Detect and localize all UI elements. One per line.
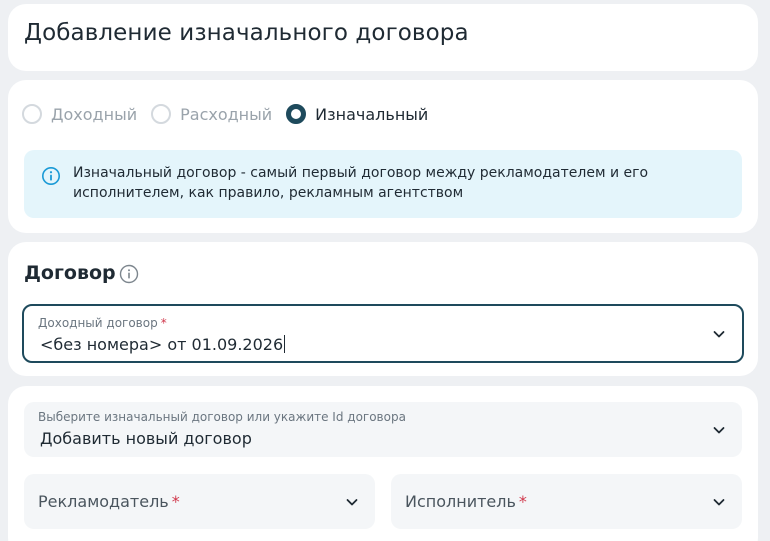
income-contract-label: Доходный договор * (38, 316, 167, 330)
radio-button-expense[interactable] (151, 104, 172, 124)
income-contract-select[interactable]: Доходный договор * <без номера> от 01.09.… (22, 304, 744, 363)
section-title-contract: Договор (24, 262, 116, 284)
chevron-down-icon[interactable] (344, 494, 360, 510)
radio-button-income[interactable] (22, 104, 42, 124)
chevron-down-icon[interactable] (711, 326, 727, 342)
info-banner: Изначальный договор - самый первый догов… (24, 150, 742, 218)
required-mark: * (171, 492, 180, 511)
original-contract-card: Выберите изначальный договор или укажите… (8, 386, 758, 541)
chevron-down-icon[interactable] (711, 494, 727, 510)
info-icon (42, 167, 60, 185)
income-contract-value: <без номера> от 01.09.2026 (40, 335, 286, 354)
contract-type-radio-group: Доходный Расходный Изначальный (22, 104, 442, 124)
contract-type-card: Доходный Расходный Изначальный Изначальн… (8, 80, 758, 233)
text-cursor (284, 335, 286, 353)
original-contract-select[interactable]: Выберите изначальный договор или укажите… (24, 402, 742, 457)
required-mark: * (160, 316, 167, 330)
advertiser-select[interactable]: Рекламодатель * (24, 474, 375, 529)
advertiser-placeholder: Рекламодатель * (38, 492, 180, 511)
original-contract-label: Выберите изначальный договор или укажите… (38, 410, 406, 424)
executor-placeholder: Исполнитель * (405, 492, 527, 511)
radio-option-original[interactable]: Изначальный (286, 104, 428, 124)
chevron-down-icon[interactable] (711, 422, 727, 438)
radio-option-expense[interactable]: Расходный (151, 104, 272, 124)
help-circle-icon[interactable] (119, 264, 139, 284)
contract-card: Договор Доходный договор * <без номера> о… (8, 242, 758, 376)
executor-select[interactable]: Исполнитель * (391, 474, 742, 529)
radio-label-expense: Расходный (180, 104, 273, 124)
header-card: Добавление изначального договора (8, 4, 758, 71)
page-title: Добавление изначального договора (24, 20, 469, 46)
radio-label-original: Изначальный (315, 104, 429, 124)
original-contract-value: Добавить новый договор (40, 429, 252, 448)
info-text: Изначальный договор - самый первый догов… (73, 165, 649, 201)
required-mark: * (518, 492, 527, 511)
radio-option-income[interactable]: Доходный (22, 104, 137, 124)
radio-label-income: Доходный (51, 104, 138, 124)
radio-button-original[interactable] (286, 104, 307, 124)
